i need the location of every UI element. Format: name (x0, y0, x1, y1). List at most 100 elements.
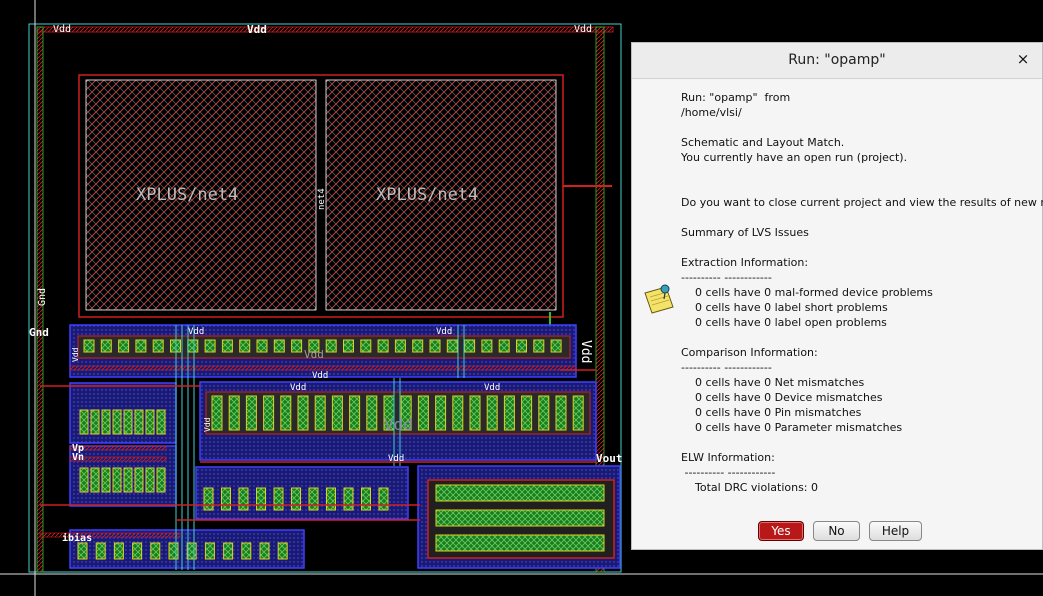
transistor-finger (241, 542, 252, 560)
vn-wire (69, 456, 167, 462)
lvs-run-dialog[interactable]: Run: "opamp" × Run: "opamp" from/home/vl… (631, 42, 1043, 550)
transistor-finger (486, 395, 498, 431)
yes-button[interactable]: Yes (758, 521, 804, 541)
transistor-finger (503, 395, 515, 431)
transistor-finger (134, 409, 144, 435)
transistor-finger (79, 467, 89, 493)
transistor-finger (360, 339, 372, 353)
transistor-finger (498, 339, 510, 353)
label-net4-vertical: net4 (317, 188, 327, 210)
transistor-finger (308, 487, 319, 511)
transistor-finger (516, 339, 527, 353)
transistor-finger (550, 339, 562, 353)
dialog-line: ---------- ------------ (681, 271, 772, 284)
label-vdd-row2-side: Vdd (203, 417, 212, 432)
output-device-1 (435, 484, 605, 502)
transistor-finger (273, 339, 285, 353)
label-vdd-row2-b: Vdd (484, 383, 500, 393)
transistor-finger (533, 339, 545, 353)
transistor-finger (417, 395, 429, 431)
transistor-finger (145, 409, 155, 435)
transistor-finger (112, 409, 122, 435)
transistor-finger (211, 395, 223, 431)
label-vdd-row1-side: Vdd (71, 347, 80, 362)
dialog-line (681, 435, 1038, 450)
label-vdd-row2-a: Vdd (290, 383, 306, 393)
transistor-finger (331, 395, 343, 431)
label-ibias: ibias (62, 532, 92, 544)
help-button[interactable]: Help (869, 521, 922, 541)
transistor-finger (325, 339, 337, 353)
transistor-finger (113, 542, 124, 560)
transistor-finger (101, 409, 111, 435)
label-vdd-row1-b: Vdd (436, 327, 452, 337)
label-vdd-mid: Vdd (388, 454, 404, 464)
dialog-line: 0 cells have 0 Net mismatches (681, 376, 865, 389)
dialog-title: Run: "opamp" (788, 52, 886, 68)
dialog-line: Schematic and Layout Match. (681, 136, 845, 149)
transistor-finger (112, 467, 122, 493)
transistor-finger (291, 339, 303, 353)
dialog-line (681, 210, 1038, 225)
transistor-finger (464, 339, 476, 353)
transistor-finger (145, 467, 155, 493)
dialog-line: Total DRC violations: 0 (681, 481, 819, 494)
dialog-line: 0 cells have 0 label open problems (681, 316, 887, 329)
transistor-finger (343, 487, 354, 511)
transistor-finger (481, 339, 493, 353)
transistor-finger (118, 339, 130, 353)
transistor-finger (156, 409, 166, 435)
transistor-finger (343, 339, 354, 353)
label-vdd-row1-a: Vdd (188, 327, 204, 337)
transistor-finger (132, 542, 143, 560)
vdd-rail-top (36, 26, 614, 33)
transistor-finger (521, 395, 533, 431)
transistor-finger (297, 395, 309, 431)
transistor-finger (77, 542, 88, 560)
transistor-finger (95, 542, 106, 560)
transistor-finger (79, 409, 89, 435)
transistor-finger (134, 467, 144, 493)
transistor-finger (349, 395, 361, 431)
transistor-finger (238, 487, 249, 511)
dialog-line (681, 180, 1038, 195)
transistor-finger (263, 395, 275, 431)
transistor-finger (187, 339, 199, 353)
dialog-line: Do you want to close current project and… (681, 196, 1043, 209)
vdd-row-1-wire (69, 365, 577, 371)
transistor-finger (83, 339, 95, 353)
label-gnd-vertical: Gnd (37, 288, 48, 306)
dialog-line: Extraction Information: (681, 256, 809, 269)
transistor-finger (446, 339, 458, 353)
transistor-finger (538, 395, 550, 431)
dialog-line: Summary of LVS Issues (681, 226, 809, 239)
dialog-line: Comparison Information: (681, 346, 818, 359)
dialog-line (681, 330, 1038, 345)
dialog-line: /home/vlsi/ (681, 106, 742, 119)
dialog-line (681, 120, 1038, 135)
transistor-finger (239, 339, 251, 353)
label-gnd-left: Gnd (29, 326, 49, 339)
label-vout: Vout (596, 452, 623, 465)
transistor-finger (90, 409, 100, 435)
transistor-finger (186, 542, 197, 560)
dialog-line: ---------- ------------ (681, 361, 772, 374)
transistor-finger (256, 339, 268, 353)
transistor-finger (469, 395, 481, 431)
label-vdd-row1-center: Vdd (304, 348, 324, 361)
dialog-line: ELW Information: (681, 451, 775, 464)
dialog-line: 0 cells have 0 mal-formed device problem… (681, 286, 933, 299)
dialog-titlebar[interactable]: Run: "opamp" × (632, 43, 1042, 79)
transistor-finger (394, 339, 406, 353)
transistor-finger (123, 467, 133, 493)
transistor-finger (314, 395, 326, 431)
dialog-line: 0 cells have 0 Pin mismatches (681, 406, 862, 419)
transistor-finger (366, 395, 378, 431)
close-icon[interactable]: × (1014, 50, 1032, 68)
transistor-finger (203, 487, 214, 511)
transistor-row-1-body (77, 335, 571, 359)
no-button[interactable]: No (813, 521, 860, 541)
transistor-finger (273, 487, 284, 511)
label-vn: Vn (72, 452, 84, 463)
transistor-finger (259, 542, 270, 560)
